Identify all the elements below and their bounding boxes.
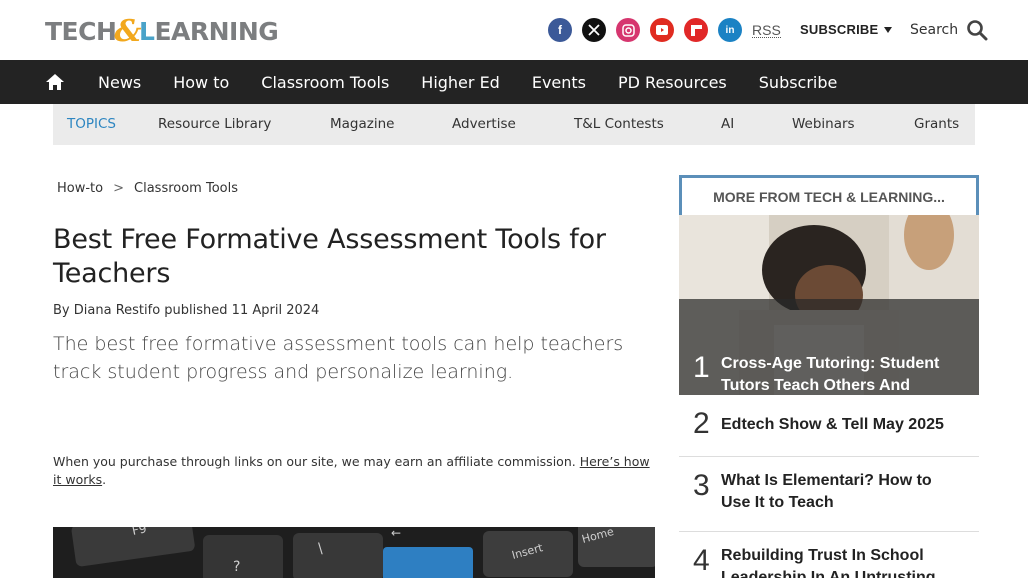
topic-tl-contests[interactable]: T&L Contests [574, 116, 664, 132]
main-navigation: News How to Classroom Tools Higher Ed Ev… [0, 60, 1028, 104]
sidebar-title-4: Rebuilding Trust In School Leadership In… [721, 547, 936, 578]
topics-bar: TOPICS Resource Library Magazine Adverti… [53, 104, 975, 145]
nav-item-events[interactable]: Events [532, 73, 586, 92]
keyboard-image: F9 ? \ ← Insert Home [53, 527, 655, 578]
topic-resource-library[interactable]: Resource Library [158, 116, 271, 132]
sidebar-rank-1: 1 [693, 351, 710, 384]
sidebar-item-2[interactable]: 2 Edtech Show & Tell May 2025 [679, 395, 979, 457]
author-link[interactable]: Diana Restifo [74, 303, 160, 318]
nav-item-classroom-tools[interactable]: Classroom Tools [261, 73, 389, 92]
sidebar-heading: MORE FROM TECH & LEARNING... [679, 175, 979, 215]
more-from-sidebar: MORE FROM TECH & LEARNING... 1 Cross-Age… [679, 175, 979, 578]
subscribe-dropdown[interactable]: SUBSCRIBE [800, 22, 893, 37]
nav-item-how-to[interactable]: How to [173, 73, 229, 92]
topics-label: TOPICS [67, 116, 116, 132]
home-icon[interactable] [37, 73, 73, 91]
sidebar-title-1: Cross-Age Tutoring: Student Tutors Teach… [721, 355, 940, 394]
sidebar-rank-4: 4 [693, 544, 710, 577]
sidebar-rank-3: 3 [693, 469, 710, 502]
flipboard-icon[interactable] [684, 18, 708, 42]
breadcrumb: How-to > Classroom Tools [57, 181, 238, 196]
hero-image-keyboard: F9 ? \ ← Insert Home [53, 527, 655, 578]
subscribe-label: SUBSCRIBE [800, 22, 879, 37]
site-logo[interactable]: TECH&LEARNING [45, 13, 279, 49]
logo-wordmark: TECH&LEARNING [45, 13, 279, 49]
sidebar-item-3[interactable]: 3 What Is Elementari? How to Use It to T… [679, 457, 979, 532]
article-strapline: The best free formative assessment tools… [53, 333, 624, 383]
sidebar-rank-2: 2 [693, 407, 710, 440]
nav-item-subscribe[interactable]: Subscribe [759, 73, 838, 92]
nav-item-higher-ed[interactable]: Higher Ed [421, 73, 500, 92]
topic-ai[interactable]: AI [721, 116, 734, 132]
sidebar-title-3: What Is Elementari? How to Use It to Tea… [721, 472, 932, 511]
x-icon[interactable] [582, 18, 606, 42]
facebook-icon[interactable]: f [548, 18, 572, 42]
nav-item-news[interactable]: News [98, 73, 141, 92]
svg-text:\: \ [318, 541, 323, 557]
instagram-icon[interactable] [616, 18, 640, 42]
sidebar-item-1[interactable]: 1 Cross-Age Tutoring: Student Tutors Tea… [679, 215, 979, 395]
topic-webinars[interactable]: Webinars [792, 116, 855, 132]
article-title: Best Free Formative Assessment Tools for… [53, 224, 606, 289]
breadcrumb-how-to[interactable]: How-to [57, 181, 103, 196]
site-header: TECH&LEARNING f in RSS SUBSCRIBE Search [0, 0, 1028, 60]
publish-date: 11 April 2024 [231, 303, 320, 318]
breadcrumb-classroom-tools[interactable]: Classroom Tools [134, 181, 238, 196]
svg-text:←: ← [391, 527, 401, 540]
search-icon [967, 20, 988, 41]
search-label: Search [910, 22, 959, 38]
svg-text:?: ? [233, 559, 240, 575]
nav-item-pd-resources[interactable]: PD Resources [618, 73, 727, 92]
sidebar-item-4[interactable]: 4 Rebuilding Trust In School Leadership … [679, 532, 979, 578]
topic-advertise[interactable]: Advertise [452, 116, 516, 132]
breadcrumb-separator: > [113, 181, 125, 196]
youtube-icon[interactable] [650, 18, 674, 42]
search-button[interactable]: Search [910, 19, 988, 41]
topic-grants[interactable]: Grants [914, 116, 959, 132]
article-byline: By Diana Restifo published 11 April 2024 [53, 303, 320, 318]
social-links: f in RSS [548, 18, 781, 42]
sidebar-title-2: Edtech Show & Tell May 2025 [721, 416, 944, 433]
affiliate-disclosure: When you purchase through links on our s… [53, 454, 650, 487]
chevron-down-icon [884, 26, 893, 33]
linkedin-icon[interactable]: in [718, 18, 742, 42]
rss-link[interactable]: RSS [752, 23, 781, 38]
topic-magazine[interactable]: Magazine [330, 116, 394, 132]
